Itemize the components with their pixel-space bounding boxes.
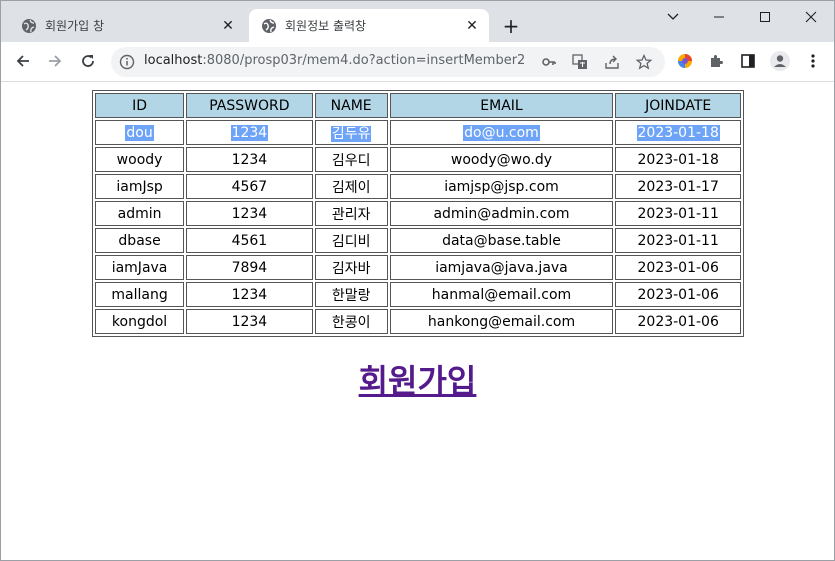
column-header-name: NAME [314,93,388,118]
reload-icon[interactable] [76,49,100,73]
profile-avatar-icon[interactable] [768,49,792,73]
member-table: ID PASSWORD NAME EMAIL JOINDATE dou 1234… [92,90,744,337]
cell-name: 한콩이 [314,309,388,334]
share-icon[interactable] [602,52,622,72]
column-header-password: PASSWORD [186,93,313,118]
cell-id: admin [95,201,185,226]
table-row: woody 1234 김우디 woody@wo.dy 2023-01-18 [95,147,741,172]
cell-password: 1234 [186,282,313,307]
cell-text: do@u.com [463,124,540,141]
new-tab-icon[interactable]: + [501,14,521,38]
tab-title: 회원가입 창 [45,19,105,33]
table-row: iamJsp 4567 김제이 iamjsp@jsp.com 2023-01-1… [95,174,741,199]
cell-password: 1234 [186,201,313,226]
cell-joindate: 2023-01-06 [615,309,741,334]
menu-kebab-icon[interactable] [801,49,825,73]
cell-id: iamJava [95,255,185,280]
url-host: localhost [144,53,203,68]
cell-email: do@u.com [389,120,614,145]
cell-email: woody@wo.dy [389,147,614,172]
cell-name: 김두유 [314,120,388,145]
key-icon[interactable] [539,52,559,72]
url-path: :8080/prosp03r/mem4.do?action=insertMemb… [202,53,526,68]
side-panel-icon[interactable] [736,49,760,73]
globe-icon [261,18,277,34]
table-header-row: ID PASSWORD NAME EMAIL JOINDATE [95,93,741,118]
bookmark-star-icon[interactable] [634,52,654,72]
cell-id: iamJsp [95,174,185,199]
forward-icon[interactable] [43,49,67,73]
cell-name: 김우디 [314,147,388,172]
cell-password: 1234 [186,147,313,172]
table-row: dou 1234 김두유 do@u.com 2023-01-18 [95,120,741,145]
cell-email: iamjava@java.java [389,255,614,280]
chevron-down-icon[interactable] [650,4,696,30]
column-header-email: EMAIL [389,93,614,118]
minimize-icon[interactable] [696,4,742,30]
cell-text: 2023-01-18 [636,124,720,141]
cell-joindate: 2023-01-18 [615,147,741,172]
cell-name: 한말랑 [314,282,388,307]
cell-password: 7894 [186,255,313,280]
column-header-joindate: JOINDATE [615,93,741,118]
tab-strip: 회원가입 창 ✕ 회원정보 출력창 ✕ + [1,1,834,42]
cell-email: admin@admin.com [389,201,614,226]
cell-joindate: 2023-01-18 [615,120,741,145]
toolbar: localhost:8080/prosp03r/mem4.do?action=i… [1,42,834,82]
cell-id: dou [95,120,185,145]
cell-id: mallang [95,282,185,307]
cell-joindate: 2023-01-11 [615,201,741,226]
cell-name: 관리자 [314,201,388,226]
address-bar[interactable]: localhost:8080/prosp03r/mem4.do?action=i… [111,47,665,77]
cell-email: iamjsp@jsp.com [389,174,614,199]
extension-color-icon[interactable] [673,49,697,73]
cell-name: 김자바 [314,255,388,280]
cell-text: 1234 [230,124,269,141]
cell-email: hanmal@email.com [389,282,614,307]
browser-window: 회원가입 창 ✕ 회원정보 출력창 ✕ + localhost:8080/pro… [0,0,835,561]
tab-close-icon[interactable]: ✕ [220,18,236,34]
table-row: admin 1234 관리자 admin@admin.com 2023-01-1… [95,201,741,226]
url-text[interactable]: localhost:8080/prosp03r/mem4.do?action=i… [144,53,525,68]
cell-password: 1234 [186,309,313,334]
table-row: mallang 1234 한말랑 hanmal@email.com 2023-0… [95,282,741,307]
table-row: kongdol 1234 한콩이 hankong@email.com 2023-… [95,309,741,334]
cell-name: 김디비 [314,228,388,253]
signup-link[interactable]: 회원가입 [1,356,834,402]
cell-joindate: 2023-01-11 [615,228,741,253]
cell-password: 4561 [186,228,313,253]
back-icon[interactable] [11,49,35,73]
cell-joindate: 2023-01-06 [615,255,741,280]
tab-close-icon[interactable]: ✕ [464,18,480,34]
cell-name: 김제이 [314,174,388,199]
page-content: ID PASSWORD NAME EMAIL JOINDATE dou 1234… [1,82,834,560]
cell-email: hankong@email.com [389,309,614,334]
maximize-icon[interactable] [742,4,788,30]
info-icon[interactable] [119,54,135,70]
translate-icon[interactable] [570,52,590,72]
cell-joindate: 2023-01-17 [615,174,741,199]
globe-icon [21,18,37,34]
cell-id: woody [95,147,185,172]
cell-password: 1234 [186,120,313,145]
tab-signup[interactable]: 회원가입 창 ✕ [9,9,245,42]
cell-email: data@base.table [389,228,614,253]
cell-joindate: 2023-01-06 [615,282,741,307]
column-header-id: ID [95,93,185,118]
extensions-puzzle-icon[interactable] [704,49,728,73]
cell-id: dbase [95,228,185,253]
cell-password: 4567 [186,174,313,199]
cell-id: kongdol [95,309,185,334]
cell-text: dou [125,124,154,141]
table-row: iamJava 7894 김자바 iamjava@java.java 2023-… [95,255,741,280]
tab-member-list[interactable]: 회원정보 출력창 ✕ [249,9,489,42]
cell-text: 김두유 [330,125,372,142]
tab-title: 회원정보 출력창 [285,19,367,33]
table-row: dbase 4561 김디비 data@base.table 2023-01-1… [95,228,741,253]
close-window-icon[interactable] [788,4,834,30]
table-body: dou 1234 김두유 do@u.com 2023-01-18 woody 1… [95,120,741,334]
